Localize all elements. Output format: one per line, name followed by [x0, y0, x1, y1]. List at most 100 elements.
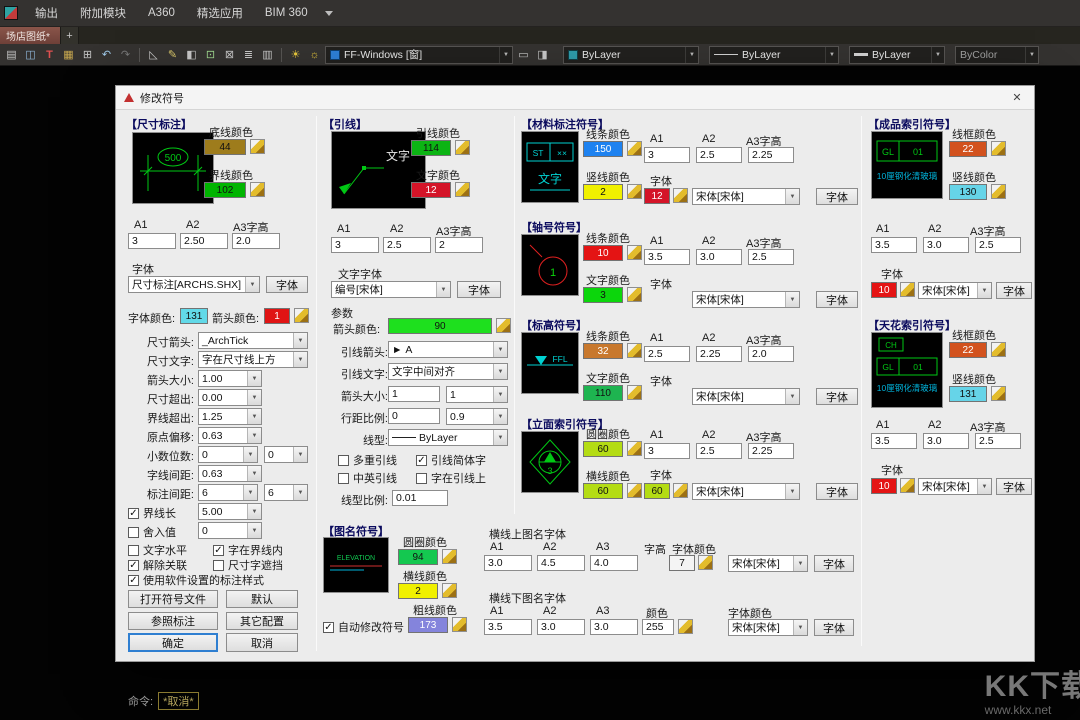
chevron-down-icon[interactable]	[493, 342, 507, 357]
thickline-color-swatch[interactable]: 173	[408, 617, 448, 633]
product-a3-input[interactable]: 2.5	[975, 237, 1021, 253]
chevron-down-icon[interactable]	[977, 283, 991, 298]
lower-a1-input[interactable]: 3.5	[484, 619, 532, 635]
axis-font-button[interactable]: 字体	[816, 291, 858, 308]
chevron-down-icon[interactable]	[247, 504, 261, 519]
other-config-button[interactable]: 其它配置	[226, 612, 298, 630]
new-tab-button[interactable]: +	[61, 27, 79, 44]
color-picker-icon[interactable]	[294, 308, 309, 323]
circle-color-swatch[interactable]: 94	[398, 549, 438, 565]
arrow-color-swatch[interactable]: 1	[264, 308, 290, 324]
chevron-down-icon[interactable]	[499, 47, 512, 63]
close-button[interactable]	[1008, 89, 1026, 107]
facade-font-button[interactable]: 字体	[816, 483, 858, 500]
color-picker-icon[interactable]	[627, 141, 642, 156]
color-picker-icon[interactable]	[627, 385, 642, 400]
dim-a2-input[interactable]: 2.50	[180, 233, 228, 249]
ceiling-vline-color-swatch[interactable]: 131	[949, 386, 987, 402]
linetype-scale-input[interactable]: 0.01	[392, 490, 448, 506]
line-spacing-input[interactable]: 0	[388, 408, 440, 424]
undo-icon[interactable]: ↶	[98, 46, 115, 63]
chevron-down-icon[interactable]	[293, 352, 307, 367]
color-combo[interactable]: ByLayer	[563, 46, 699, 64]
clipboard-icon[interactable]: ◫	[22, 46, 39, 63]
chevron-down-icon[interactable]	[245, 277, 259, 292]
upper-a1-input[interactable]: 3.0	[484, 555, 532, 571]
plotstyle-combo[interactable]: ByColor	[955, 46, 1039, 64]
chevron-down-icon[interactable]	[931, 47, 944, 63]
axis-a3-input[interactable]: 2.5	[748, 249, 794, 265]
product-vline-color-swatch[interactable]: 130	[949, 184, 987, 200]
ceiling-a3-input[interactable]: 2.5	[975, 433, 1021, 449]
chevron-down-icon[interactable]	[247, 390, 261, 405]
chevron-down-icon[interactable]	[825, 47, 838, 63]
menu-output[interactable]: 输出	[24, 0, 69, 27]
level-line-color-swatch[interactable]: 32	[583, 343, 623, 359]
chevron-down-icon[interactable]	[977, 479, 991, 494]
axis-a2-input[interactable]: 3.0	[696, 249, 742, 265]
color-picker-icon[interactable]	[698, 555, 713, 570]
leader-font-combo[interactable]: 编号[宋体]	[331, 281, 451, 298]
arrow-size-combo[interactable]: 1.00	[198, 370, 262, 387]
level-a3-input[interactable]: 2.0	[748, 346, 794, 362]
ceiling-a1-input[interactable]: 3.5	[871, 433, 917, 449]
ceiling-frame-color-swatch[interactable]: 22	[949, 342, 987, 358]
file-tab[interactable]: 场店图纸*	[0, 27, 61, 44]
chevron-down-icon[interactable]	[785, 292, 799, 307]
color-picker-icon[interactable]	[900, 282, 915, 297]
product-a1-input[interactable]: 3.5	[871, 237, 917, 253]
chevron-down-icon[interactable]	[785, 189, 799, 204]
chevron-down-icon[interactable]	[785, 484, 799, 499]
extline-length-combo[interactable]: 5.00	[198, 503, 262, 520]
ceiling-font-button[interactable]: 字体	[996, 478, 1032, 495]
table-icon[interactable]: ▦	[60, 46, 77, 63]
level-a2-input[interactable]: 2.25	[696, 346, 742, 362]
material-a2-input[interactable]: 2.5	[696, 147, 742, 163]
upper-font-color-swatch[interactable]: 7	[669, 555, 695, 571]
cancel-button[interactable]: 取消	[226, 633, 298, 652]
dim-arrow-combo[interactable]: _ArchTick	[198, 332, 308, 349]
checkbox[interactable]	[416, 473, 427, 484]
dialog-title-bar[interactable]: 修改符号	[116, 86, 1034, 110]
color-picker-icon[interactable]	[673, 188, 688, 203]
chevron-down-icon[interactable]	[493, 364, 507, 379]
line-spacing-combo[interactable]: 0.9	[446, 408, 508, 425]
dim-spacing-combo2[interactable]: 6	[264, 484, 308, 501]
checkbox[interactable]: ✓	[323, 622, 334, 633]
layer-combo[interactable]: FF-Windows [窗]	[325, 46, 513, 64]
round-value-combo[interactable]: 0	[198, 522, 262, 539]
chevron-down-icon[interactable]	[793, 556, 807, 571]
chevron-down-icon[interactable]	[493, 430, 507, 445]
leader-linetype-combo[interactable]: ByLayer	[388, 429, 508, 446]
text-tool-icon[interactable]: T	[41, 46, 58, 63]
menu-bim360[interactable]: BIM 360	[254, 0, 319, 27]
extline-extend-combo[interactable]: 1.25	[198, 408, 262, 425]
decimal-places-combo[interactable]: 0	[198, 446, 258, 463]
chevron-down-icon[interactable]	[293, 447, 307, 462]
chevron-down-icon[interactable]	[293, 485, 307, 500]
axis-a1-input[interactable]: 3.5	[644, 249, 690, 265]
ceiling-a2-input[interactable]: 3.0	[923, 433, 969, 449]
color-picker-icon[interactable]	[627, 287, 642, 302]
lower-font-button[interactable]: 字体	[814, 619, 854, 636]
default-button[interactable]: 默认	[226, 590, 298, 608]
app-icon[interactable]	[4, 6, 18, 20]
leader-arrow-combo[interactable]: ►A	[388, 341, 508, 358]
chevron-down-icon[interactable]	[247, 523, 261, 538]
frame-icon[interactable]: ▭	[515, 46, 532, 63]
lineweight-combo[interactable]: ByLayer	[849, 46, 945, 64]
leader-line-color-swatch[interactable]: 114	[411, 140, 451, 156]
lower-a3-input[interactable]: 3.0	[590, 619, 638, 635]
checkbox[interactable]	[338, 473, 349, 484]
checkbox[interactable]	[213, 560, 224, 571]
level-font-button[interactable]: 字体	[816, 388, 858, 405]
upper-a3-input[interactable]: 4.0	[590, 555, 638, 571]
facade-a2-input[interactable]: 2.5	[696, 443, 742, 459]
dim-a1-input[interactable]: 3	[128, 233, 176, 249]
color-picker-icon[interactable]	[250, 182, 265, 197]
leader-arrow-size-combo[interactable]: 1	[446, 386, 508, 403]
decimal-places-combo2[interactable]: 0	[264, 446, 308, 463]
material-vline-color-swatch[interactable]: 2	[583, 184, 623, 200]
checkbox[interactable]: ✓	[416, 455, 427, 466]
color-picker-icon[interactable]	[455, 182, 470, 197]
